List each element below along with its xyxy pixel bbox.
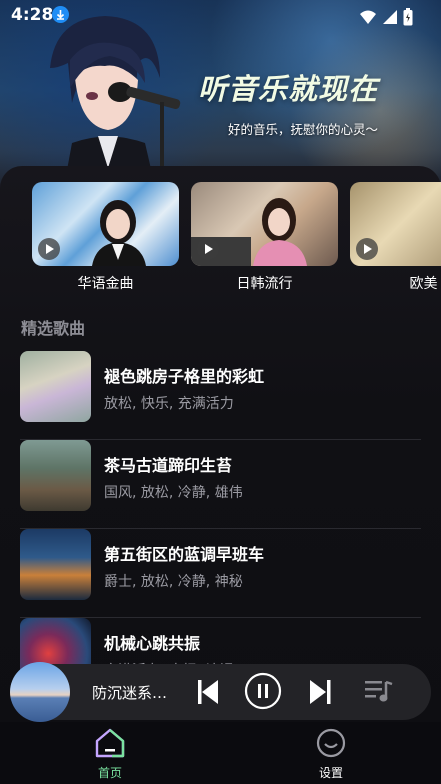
category-thumbnail	[191, 182, 338, 266]
hero-slogan: 听音乐就现在	[198, 72, 379, 106]
song-cover	[20, 440, 91, 511]
now-playing-cover[interactable]	[10, 662, 70, 722]
song-row[interactable]: 褪色跳房子格里的彩虹 放松, 快乐, 充满活力	[20, 351, 421, 440]
category-thumbnail	[350, 182, 441, 266]
play-icon[interactable]	[38, 238, 60, 260]
song-title: 茶马古道蹄印生苔	[104, 456, 233, 475]
tab-home-label: 首页	[97, 766, 122, 780]
song-row[interactable]: 第五街区的蓝调早班车 爵士, 放松, 冷静, 神秘	[20, 529, 421, 618]
pause-button[interactable]	[244, 672, 282, 714]
tab-settings-label: 设置	[318, 766, 343, 780]
playlist-icon[interactable]	[364, 678, 394, 710]
next-icon[interactable]	[308, 676, 334, 712]
category-card[interactable]: 欧美	[350, 182, 441, 292]
category-label: 欧美	[409, 276, 438, 292]
category-card[interactable]: 日韩流行	[191, 182, 338, 292]
song-cover	[20, 529, 91, 600]
status-bar: 4:28	[0, 0, 441, 30]
section-title: 精选歌曲	[21, 319, 86, 338]
song-row[interactable]: 茶马古道蹄印生苔 国风, 放松, 冷静, 雄伟	[20, 440, 421, 529]
download-notification-icon	[52, 6, 69, 23]
previous-icon[interactable]	[196, 676, 220, 712]
settings-icon	[316, 728, 346, 758]
song-cover	[20, 351, 91, 422]
tab-settings[interactable]: 设置	[291, 728, 371, 781]
song-title: 褪色跳房子格里的彩虹	[104, 367, 265, 386]
category-carousel[interactable]: 华语金曲 日韩流行 欧美	[32, 182, 441, 292]
song-list: 褪色跳房子格里的彩虹 放松, 快乐, 充满活力 茶马古道蹄印生苔 国风, 放松,…	[20, 351, 421, 706]
mini-player[interactable]: 防沉迷系…	[10, 662, 431, 722]
song-tags: 放松, 快乐, 充满活力	[104, 396, 234, 412]
play-icon[interactable]	[197, 238, 219, 260]
hero-tagline: 好的音乐，抚慰你的心灵～	[228, 122, 379, 137]
home-icon	[95, 728, 125, 758]
song-title: 第五街区的蓝调早班车	[104, 545, 265, 564]
song-title: 机械心跳共振	[104, 634, 201, 653]
song-tags: 爵士, 放松, 冷静, 神秘	[104, 574, 243, 590]
category-label: 华语金曲	[77, 276, 134, 292]
status-icons	[359, 6, 413, 26]
battery-icon	[403, 7, 413, 25]
tab-home[interactable]: 首页	[70, 728, 150, 781]
now-playing-title: 防沉迷系…	[92, 684, 168, 702]
signal-icon	[382, 9, 397, 24]
wifi-icon	[359, 10, 376, 24]
status-time: 4:28	[11, 5, 54, 25]
play-icon[interactable]	[356, 238, 378, 260]
category-label: 日韩流行	[236, 276, 293, 292]
category-thumbnail	[32, 182, 179, 266]
song-tags: 国风, 放松, 冷静, 雄伟	[104, 485, 243, 501]
bottom-tab-bar: 首页 设置	[0, 722, 441, 784]
category-card[interactable]: 华语金曲	[32, 182, 179, 292]
